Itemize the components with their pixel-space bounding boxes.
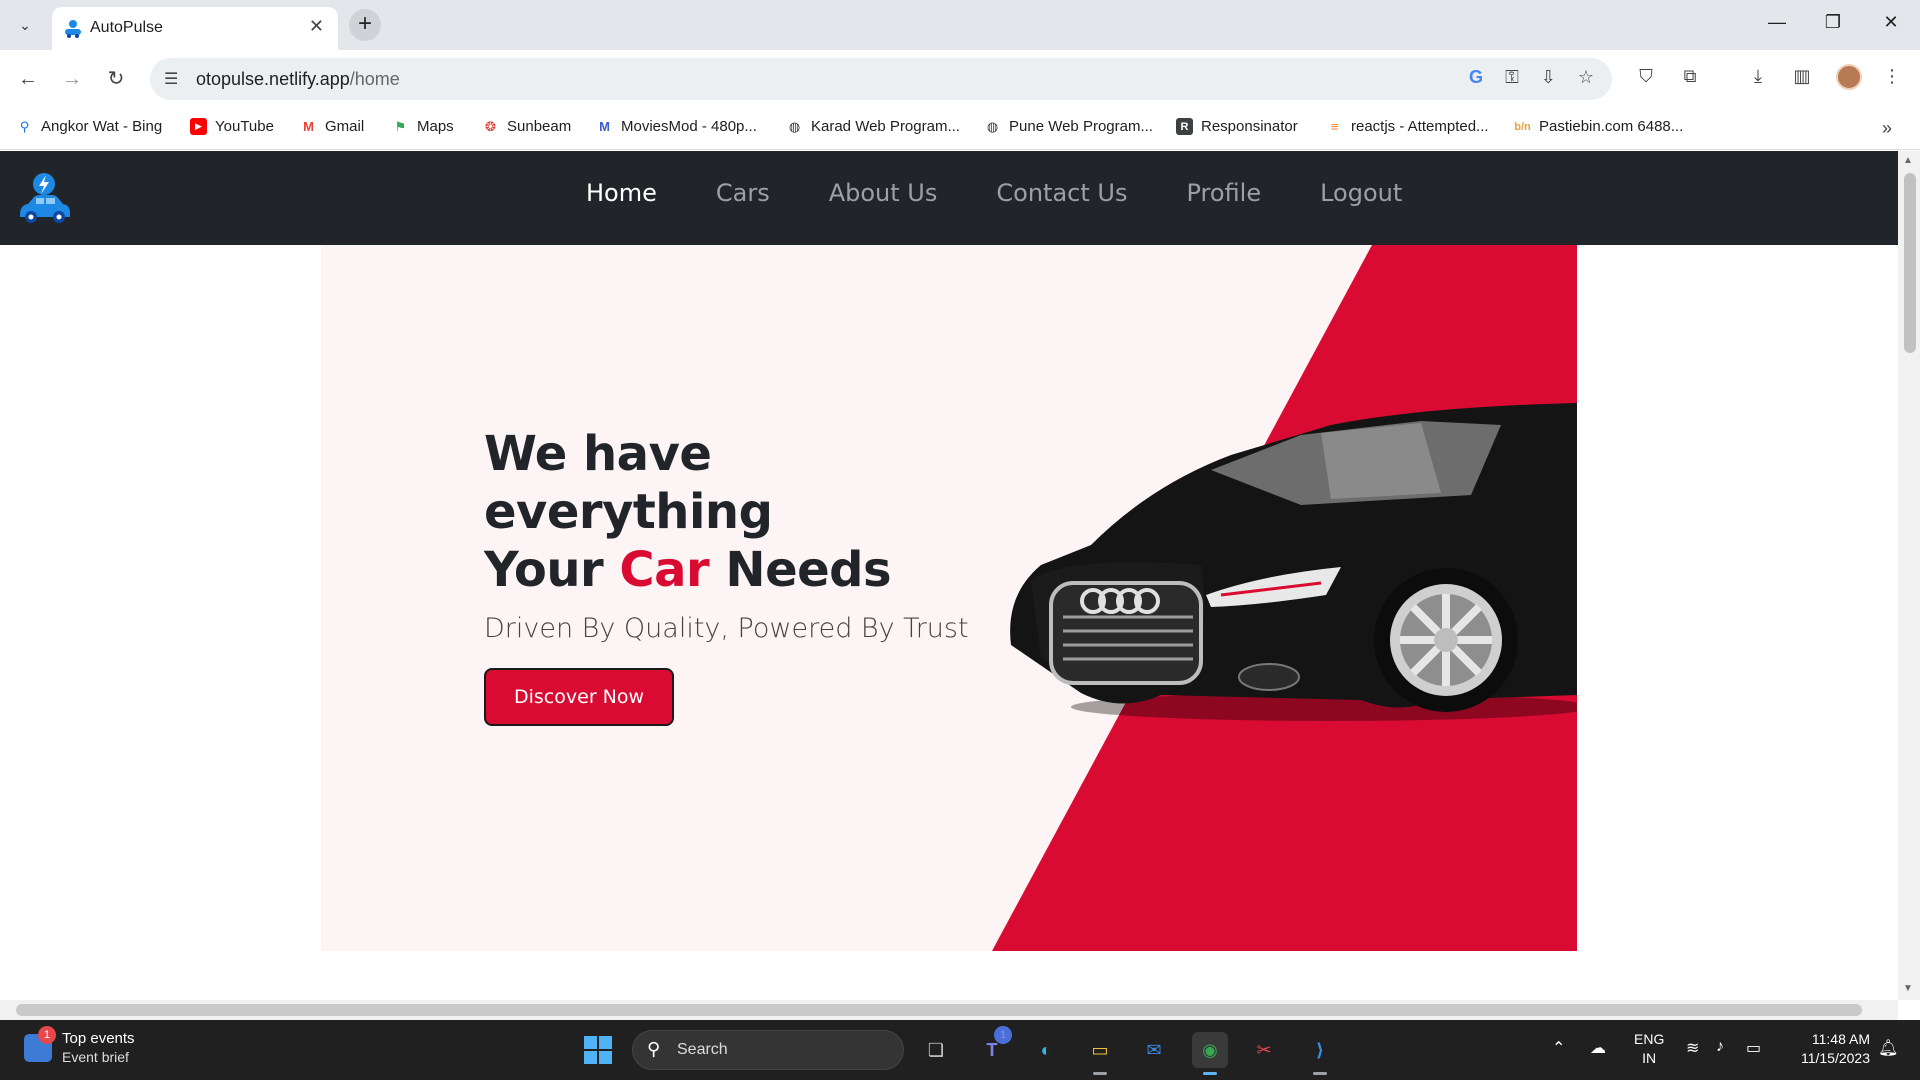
widget-subtitle: Event brief [62,1049,129,1065]
edge-icon[interactable]: ◐ [1028,1032,1064,1068]
mail-icon[interactable]: ✉ [1136,1032,1172,1068]
extensions-puzzle-icon[interactable]: ⧉ [1676,66,1704,87]
vertical-scroll-thumb[interactable] [1904,173,1916,353]
show-hidden-icons-chevron-icon[interactable]: ⌃ [1552,1038,1565,1058]
nav-contact-us[interactable]: Contact Us [996,179,1127,207]
snipping-tool-icon[interactable]: ✂ [1246,1032,1282,1068]
system-clock[interactable]: 11:48 AM 11/15/2023 [1780,1030,1870,1068]
wifi-icon[interactable]: ≋ [1686,1038,1699,1058]
car-image [1010,403,1577,721]
google-lens-icon[interactable]: G [1469,67,1483,88]
tab-title: AutoPulse [90,19,163,36]
windows-taskbar: 1 Top events Event brief ⚲ Search ❏ T1 ◐… [0,1020,1920,1080]
password-key-icon[interactable]: ⚿ [1505,67,1519,88]
bookmark-item[interactable]: ❂ Sunbeam [482,118,571,135]
scroll-up-arrow-icon[interactable]: ▲ [1903,155,1913,166]
globe-icon: ◍ [986,118,999,134]
autopulse-favicon-icon [65,20,81,38]
nav-logout[interactable]: Logout [1320,179,1402,207]
taskbar-search[interactable]: ⚲ Search [632,1030,904,1070]
scroll-down-arrow-icon[interactable]: ▼ [1903,983,1913,994]
url-text[interactable]: otopulse.netlify.app/home [196,69,400,90]
widget-title: Top events [62,1030,135,1047]
search-icon: ⚲ [19,118,30,134]
globe-icon: ◍ [788,118,801,134]
volume-icon[interactable]: ♪ [1716,1038,1724,1056]
vscode-icon[interactable]: ⟩ [1302,1032,1338,1075]
teams-icon[interactable]: T1 [974,1026,1012,1068]
sunbeam-icon: ❂ [485,118,496,134]
bookmark-item[interactable]: b/n Pastiebin.com 6488... [1514,118,1683,135]
hero-section: We have everything Your Car Needs Driven… [321,245,1577,951]
bookmark-item[interactable]: M Gmail [300,118,364,135]
bookmark-item[interactable]: ▶ YouTube [190,118,274,135]
task-view-icon[interactable]: ❏ [918,1032,954,1068]
shield-extension-icon[interactable]: ⛉ [1632,66,1660,87]
side-panel-icon[interactable]: ▥ [1788,66,1816,87]
battery-icon[interactable]: ▭ [1746,1038,1761,1058]
chrome-icon[interactable]: ◉ [1192,1032,1228,1075]
moviesmod-icon: M [599,119,610,134]
bookmarks-bar: ⚲ Angkor Wat - Bing ▶ YouTube M Gmail ⚑ Maps… [0,108,1920,150]
horizontal-scrollbar[interactable] [0,1000,1898,1020]
downloads-icon[interactable]: ⤓ [1744,66,1772,87]
maps-icon: ⚑ [394,118,407,134]
menu-kebab-icon[interactable]: ⋮ [1878,66,1906,87]
hero-subtitle: Driven By Quality, Powered By Trust [484,613,969,644]
bookmark-star-icon[interactable]: ☆ [1578,67,1594,88]
bookmark-item[interactable]: R Responsinator [1176,118,1298,135]
search-icon: ⚲ [647,1039,661,1059]
minimize-icon[interactable]: — [1762,12,1792,33]
site-info-icon[interactable]: ☰ [164,69,178,89]
horizontal-scroll-thumb[interactable] [16,1004,1862,1016]
vertical-scrollbar[interactable]: ▲ ▼ [1898,151,1920,1000]
nav-home[interactable]: Home [586,179,657,207]
discover-now-button[interactable]: Discover Now [484,668,675,726]
youtube-icon: ▶ [190,118,207,135]
input-language-indicator[interactable]: ENG IN [1634,1030,1664,1068]
hero-text-block: We have everything Your Car Needs Driven… [484,425,1004,726]
pastiebin-icon: b/n [1514,120,1531,133]
more-bookmarks-chevron-icon[interactable]: » [1882,118,1892,139]
start-windows-icon[interactable] [584,1036,612,1064]
calendar-widget-icon: 1 [24,1025,56,1062]
bookmark-item[interactable]: ◍ Pune Web Program... [984,118,1153,135]
restore-icon[interactable]: ❐ [1818,12,1848,33]
profile-avatar[interactable] [1836,64,1862,90]
bookmark-item[interactable]: ≡ reactjs - Attempted... [1326,118,1489,135]
hero-title: We have everything Your Car Needs [484,426,892,598]
autopulse-logo[interactable] [14,171,74,227]
widgets-button[interactable]: 1 Top events Event brief [24,1025,135,1065]
tab-search-chevron-icon[interactable]: ⌄ [12,12,38,38]
bookmark-item[interactable]: ⚲ Angkor Wat - Bing [16,118,162,135]
new-tab-button[interactable]: + [349,9,381,41]
notification-badge: 1 [38,1025,56,1044]
nav-about-us[interactable]: About Us [829,179,938,207]
gmail-icon: M [303,119,314,134]
address-bar[interactable]: ☰ otopulse.netlify.app/home G ⚿ ⇩ ☆ [150,58,1612,100]
notifications-bell-icon[interactable]: 🔔︎ [1878,1038,1898,1058]
tab-close-icon[interactable]: ✕ [309,16,324,37]
stackoverflow-icon: ≡ [1330,119,1339,134]
browser-toolbar: ← → ↻ ☰ otopulse.netlify.app/home G ⚿ ⇩ … [0,50,1920,108]
responsinator-icon: R [1176,118,1193,135]
site-navbar: Home Cars About Us Contact Us Profile Lo… [0,151,1898,245]
bookmark-item[interactable]: ◍ Karad Web Program... [786,118,960,135]
bookmark-item[interactable]: ⚑ Maps [392,118,454,135]
hero-title-accent: Car [619,542,710,598]
nav-cars[interactable]: Cars [716,179,770,207]
browser-tab-active[interactable]: AutoPulse ✕ [52,7,338,50]
close-window-icon[interactable]: ✕ [1876,12,1906,33]
forward-arrow-icon[interactable]: → [58,66,86,94]
back-arrow-icon[interactable]: ← [14,66,42,94]
bookmark-item[interactable]: M MoviesMod - 480p... [596,118,757,135]
tab-strip: ⌄ AutoPulse ✕ + — ❐ ✕ [0,0,1920,50]
reload-icon[interactable]: ↻ [102,66,130,94]
nav-profile[interactable]: Profile [1186,179,1261,207]
install-app-icon[interactable]: ⇩ [1541,67,1556,88]
file-explorer-icon[interactable]: ▭ [1082,1032,1118,1075]
onedrive-icon[interactable]: ☁ [1590,1038,1606,1058]
